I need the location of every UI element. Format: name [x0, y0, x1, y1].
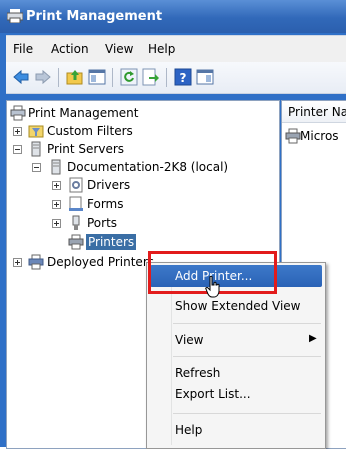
expand-icon[interactable]: [52, 200, 61, 209]
toolbar: ?: [6, 62, 346, 94]
show-hide-tree-icon[interactable]: [88, 68, 106, 86]
printer-icon: [28, 254, 44, 270]
back-arrow-icon[interactable]: [12, 68, 30, 86]
print-management-window: Print Management File Action View Help ?…: [0, 0, 346, 449]
tree-label: Printers: [86, 234, 137, 250]
tree-label: Ports: [87, 216, 118, 230]
tree-label: Custom Filters: [47, 124, 133, 138]
toolbar-separator: [58, 68, 59, 87]
menu-item-export-list[interactable]: Export List...: [175, 387, 251, 401]
tree-label: Forms: [87, 197, 124, 211]
menu-item-show-extended-view[interactable]: Show Extended View: [175, 299, 300, 313]
printer-icon: [285, 128, 301, 144]
menu-separator: [173, 356, 321, 357]
expand-icon[interactable]: [52, 181, 61, 190]
folder-up-icon[interactable]: [66, 68, 84, 86]
expand-icon[interactable]: [52, 219, 61, 228]
tree-label: Print Management: [28, 106, 139, 120]
menu-item-view[interactable]: View: [175, 333, 203, 347]
menu-separator: [173, 413, 321, 414]
menu-file[interactable]: File: [13, 42, 33, 56]
tree-label: Deployed Printers: [47, 255, 155, 269]
menu-separator: [173, 323, 321, 324]
expand-icon[interactable]: [13, 258, 22, 267]
expand-icon[interactable]: [13, 127, 22, 136]
mouse-pointer-icon: [205, 276, 220, 298]
menu-view[interactable]: View: [105, 42, 133, 56]
filter-icon: [28, 125, 44, 138]
printer-icon: [68, 234, 84, 250]
title-bar[interactable]: Print Management: [0, 0, 346, 33]
menu-item-refresh[interactable]: Refresh: [175, 366, 220, 380]
forms-icon: [69, 196, 83, 211]
properties-icon[interactable]: [196, 68, 214, 86]
window-title: Print Management: [26, 9, 163, 24]
column-header-printer-name[interactable]: Printer Na: [282, 101, 346, 123]
ports-icon: [72, 215, 80, 230]
server-icon: [51, 159, 61, 175]
toolbar-separator: [166, 68, 167, 87]
refresh-icon[interactable]: [120, 68, 138, 86]
drivers-icon: [69, 177, 83, 193]
forward-arrow-icon[interactable]: [34, 68, 52, 86]
menu-item-help[interactable]: Help: [175, 423, 202, 437]
menu-help[interactable]: Help: [148, 42, 175, 56]
tree-label: Print Servers: [47, 142, 125, 156]
toolbar-separator: [112, 68, 113, 87]
tree-label: Documentation-2K8 (local): [67, 160, 229, 174]
submenu-arrow-icon: ▶: [309, 333, 317, 344]
print-management-icon: [10, 105, 26, 121]
printer-name: Micros: [300, 129, 339, 143]
menu-action[interactable]: Action: [51, 42, 89, 56]
help-icon[interactable]: ?: [174, 68, 192, 86]
print-management-icon: [7, 9, 23, 23]
server-icon: [31, 141, 41, 157]
export-icon[interactable]: [142, 68, 160, 86]
menu-bar: File Action View Help: [6, 35, 346, 62]
collapse-icon[interactable]: [32, 163, 41, 172]
collapse-icon[interactable]: [13, 145, 22, 154]
tree-label: Drivers: [87, 178, 131, 192]
svg-text:?: ?: [180, 71, 187, 85]
